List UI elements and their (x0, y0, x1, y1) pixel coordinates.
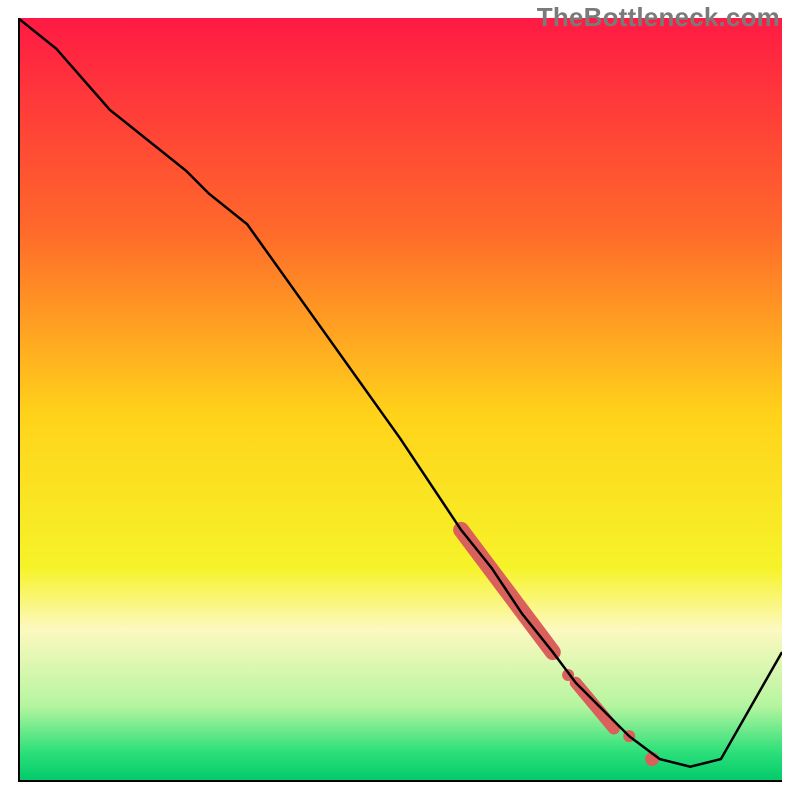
curve-layer (18, 18, 782, 782)
bottleneck-chart: TheBottleneck.com (0, 0, 800, 800)
watermark-text: TheBottleneck.com (537, 2, 780, 33)
plot-area (18, 18, 782, 782)
bottleneck-curve (18, 18, 782, 767)
